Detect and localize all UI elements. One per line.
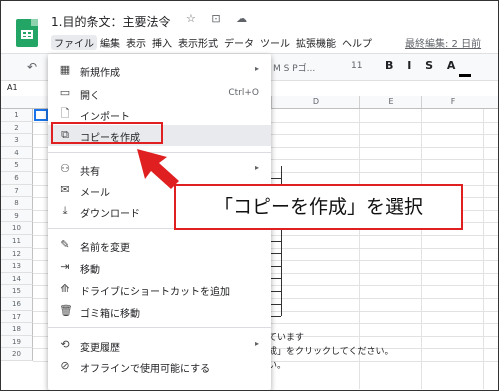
row-header[interactable]: 6 (1, 171, 33, 185)
menu-format[interactable]: 表示形式 (175, 35, 221, 50)
row-header[interactable]: 15 (1, 285, 33, 298)
menu-item-label: 新規作成 (80, 68, 120, 79)
document-title[interactable]: 1.目的条文：主要法令 (51, 13, 170, 30)
menu-insert[interactable]: 挿入 (149, 35, 175, 50)
menu-item-label: ダウンロード (80, 209, 140, 220)
row-header[interactable]: 2 (1, 121, 33, 135)
font-select[interactable]: M S Pゴ... (273, 61, 315, 74)
menu-data[interactable]: データ (221, 35, 257, 50)
menubar: ファイル 編集 表示 挿入 表示形式 データ ツール 拡張機能 ヘルプ (51, 35, 375, 50)
row-header[interactable]: 1 (1, 109, 33, 122)
submenu-arrow-icon: ▸ (254, 64, 259, 73)
menu-item-move[interactable]: ⇥ 移動 (48, 257, 271, 278)
menu-item-label: 名前を変更 (80, 243, 130, 254)
row-header[interactable]: 3 (1, 134, 33, 147)
undo-icon[interactable]: ↶ (27, 60, 37, 74)
menu-extensions[interactable]: 拡張機能 (293, 35, 339, 50)
menu-item-drive-shortcut[interactable]: ⟰ ドライブにショートカットを追加 (48, 279, 271, 300)
submenu-arrow-icon: ▸ (254, 163, 259, 172)
offline-icon: ⊘ (60, 359, 70, 372)
gridline (483, 109, 484, 389)
new-icon: ▦ (59, 63, 71, 76)
last-edit-link[interactable]: 最終編集: 2 日前 (405, 35, 481, 50)
move-icon: ⇥ (60, 260, 70, 273)
gridline (421, 109, 422, 389)
menu-file[interactable]: ファイル (51, 35, 97, 50)
rename-icon: ✎ (60, 238, 70, 251)
history-icon: ⟲ (60, 338, 70, 351)
menu-separator (48, 327, 271, 328)
drive-shortcut-icon: ⟰ (60, 282, 70, 295)
row-headers: 1 2 3 4 5 6 7 8 9 10 11 12 13 14 15 16 17 18 19 20 (1, 109, 33, 361)
name-box[interactable]: A1 (7, 83, 18, 92)
format-buttons[interactable]: B I S A (385, 59, 460, 72)
menu-item-label: 開く (80, 91, 100, 102)
callout-text: 「コピーを作成」を選択 (213, 196, 423, 218)
row-header[interactable]: 8 (1, 197, 33, 210)
menu-item-label: ゴミ箱に移動 (80, 309, 140, 320)
download-icon: ⤓ (62, 204, 68, 217)
trash-icon: 🗑 (59, 304, 73, 317)
instruction-callout: 「コピーを作成」を選択 (174, 184, 463, 230)
row-header[interactable]: 20 (1, 348, 33, 361)
column-header-e[interactable]: E (359, 96, 422, 108)
menu-item-rename[interactable]: ✎ 名前を変更 (48, 235, 271, 256)
menu-item-label: ドライブにショートカットを追加 (80, 287, 230, 298)
font-size-select[interactable]: 11 (351, 61, 362, 71)
sheets-logo-icon[interactable] (16, 19, 38, 47)
row-header[interactable]: 12 (1, 247, 33, 261)
row-header[interactable]: 18 (1, 323, 33, 336)
menu-item-label: インポート (80, 112, 130, 123)
share-icon: ⚇ (60, 162, 70, 175)
menu-tools[interactable]: ツール (257, 35, 293, 50)
menu-item-label: オフラインで使用可能にする (80, 364, 211, 375)
folder-icon: ▭ (59, 86, 71, 99)
menu-item-folder[interactable]: ▭ 開く Ctrl+O (48, 83, 271, 104)
menu-item-label: 移動 (80, 265, 100, 276)
row-header[interactable]: 11 (1, 234, 33, 248)
row-header[interactable]: 19 (1, 335, 33, 349)
text-color-underline (459, 74, 471, 77)
row-header[interactable]: 10 (1, 222, 33, 235)
column-header-f[interactable]: F (421, 96, 484, 108)
row-header[interactable]: 17 (1, 310, 33, 324)
row-header[interactable]: 4 (1, 146, 33, 160)
row-header[interactable]: 16 (1, 297, 33, 311)
row-header[interactable]: 14 (1, 272, 33, 286)
menu-edit[interactable]: 編集 (97, 35, 123, 50)
menu-item-new[interactable]: ▦ 新規作成 ▸ (48, 60, 271, 81)
title-action-icons[interactable]: ☆ ⊡ ☁ (186, 12, 253, 25)
submenu-arrow-icon: ▸ (254, 339, 259, 348)
menu-item-label: 変更履歴 (80, 343, 120, 354)
menu-help[interactable]: ヘルプ (339, 35, 375, 50)
sheet-text-line-2: 成」をクリックしてください。 (268, 347, 394, 357)
menu-item-trash[interactable]: 🗑 ゴミ箱に移動 (48, 301, 271, 322)
menu-item-history[interactable]: ⟲ 変更履歴 ▸ (48, 335, 271, 356)
column-header-d[interactable]: D (271, 96, 360, 108)
menu-item-label: 共有 (80, 167, 100, 178)
mail-icon: ✉ (60, 183, 70, 196)
selected-cell-a1[interactable] (34, 109, 48, 121)
row-header[interactable]: 5 (1, 159, 33, 172)
row-header[interactable]: 7 (1, 184, 33, 198)
menu-view[interactable]: 表示 (123, 35, 149, 50)
screenshot-frame: 1.目的条文：主要法令 ☆ ⊡ ☁ ファイル 編集 表示 挿入 表示形式 データ… (0, 0, 499, 391)
menu-shortcut: Ctrl+O (228, 88, 259, 98)
sheet-text-line-1: ています (268, 333, 305, 343)
menu-item-label: メール (80, 188, 110, 199)
menu-item-offline[interactable]: ⊘ オフラインで使用可能にする (48, 356, 271, 377)
import-icon: 🗋 (60, 107, 70, 120)
row-header[interactable]: 9 (1, 209, 33, 223)
row-header[interactable]: 13 (1, 260, 33, 273)
